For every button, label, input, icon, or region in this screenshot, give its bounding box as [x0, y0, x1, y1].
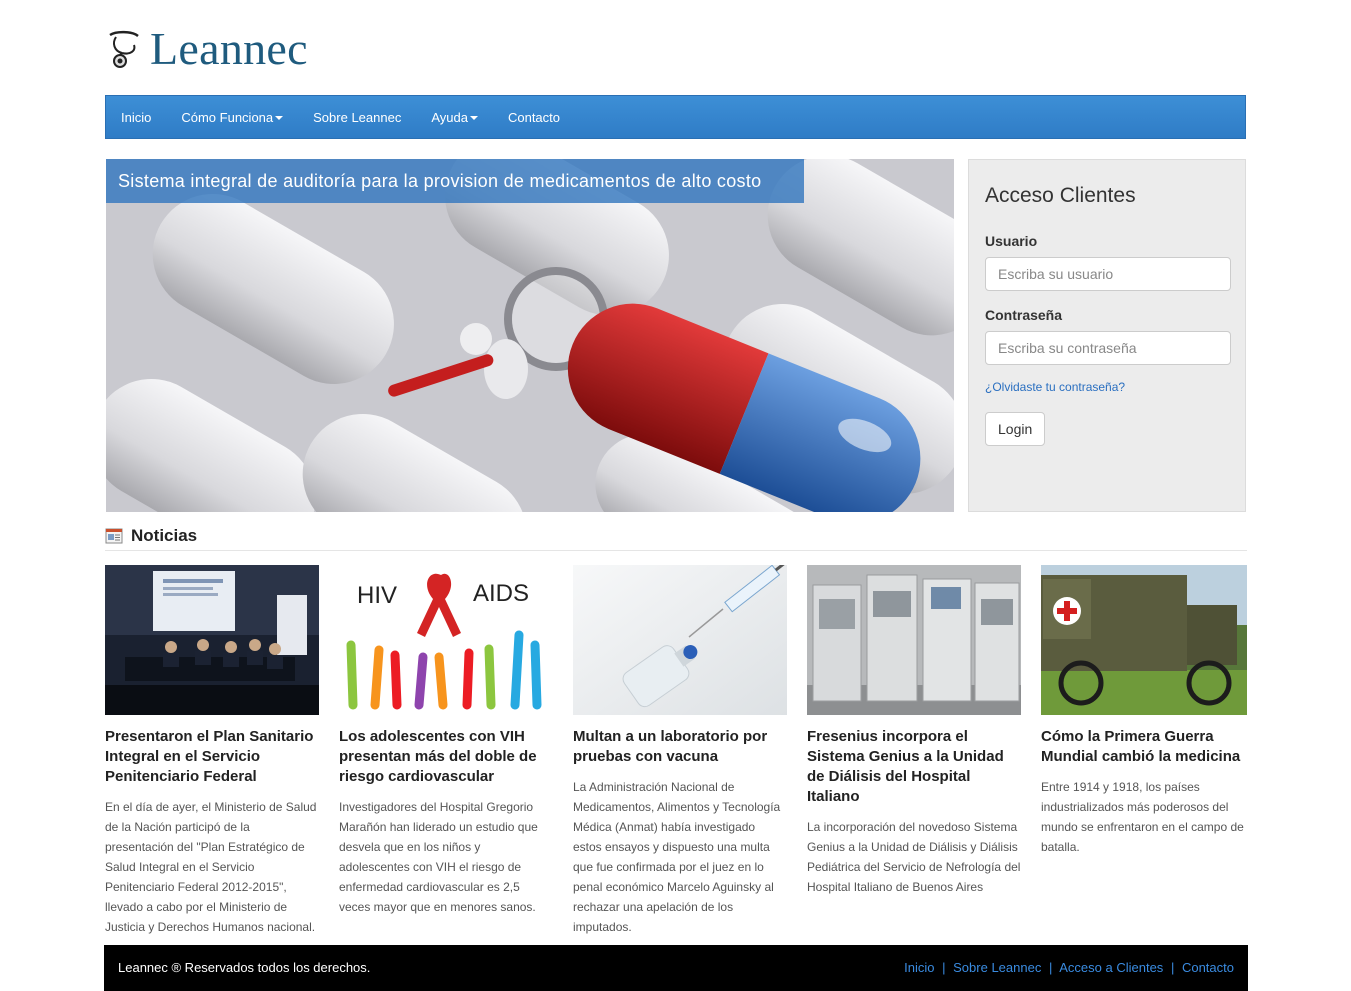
- footer-links: Inicio | Sobre Leannec | Acceso a Client…: [904, 960, 1234, 975]
- login-button[interactable]: Login: [985, 412, 1046, 446]
- news-section-header: Noticias: [105, 521, 1247, 551]
- nav-item-sobre-leannec[interactable]: Sobre Leannec: [298, 95, 416, 139]
- footer-link-sobre-leannec[interactable]: Sobre Leannec: [953, 960, 1041, 975]
- nav-label: Ayuda: [431, 109, 468, 125]
- news-summary: Investigadores del Hospital Gregorio Mar…: [339, 800, 538, 914]
- nav-item-contacto[interactable]: Contacto: [493, 95, 575, 139]
- brand-name: Leannec: [150, 23, 308, 74]
- news-summary: En el día de ayer, el Ministerio de Salu…: [105, 800, 317, 934]
- footer-separator: |: [1048, 960, 1053, 975]
- password-label: Contraseña: [985, 307, 1063, 323]
- footer-separator: |: [942, 960, 946, 975]
- news-headline[interactable]: Fresenius incorpora el Sistema Genius a …: [807, 727, 1021, 807]
- news-image-dialysis[interactable]: [807, 565, 1021, 715]
- news-card[interactable]: Cómo la Primera Guerra Mundial cambió la…: [1041, 565, 1247, 857]
- username-label: Usuario: [985, 233, 1038, 249]
- login-title: Acceso Clientes: [985, 184, 1136, 207]
- nav-label: Cómo Funciona: [181, 109, 274, 125]
- aids-image-text: AIDS: [473, 580, 529, 607]
- news-card[interactable]: HIV AIDS Los adolescentes con VIH presen…: [339, 565, 553, 917]
- hero-pills-image: [106, 159, 954, 512]
- password-input[interactable]: [985, 331, 1231, 365]
- news-image-ambulance[interactable]: [1041, 565, 1247, 715]
- stethoscope-icon: [109, 30, 139, 68]
- news-summary: Entre 1914 y 1918, los países industrial…: [1041, 780, 1244, 854]
- nav-item-inicio[interactable]: Inicio: [106, 95, 166, 139]
- footer-separator: |: [1170, 960, 1175, 975]
- news-headline[interactable]: Cómo la Primera Guerra Mundial cambió la…: [1041, 727, 1247, 767]
- news-headline[interactable]: Multan a un laboratorio por pruebas con …: [573, 727, 787, 767]
- hero-caption-text: Sistema integral de auditoría para la pr…: [118, 171, 762, 191]
- hero-banner: Sistema integral de auditoría para la pr…: [106, 159, 954, 512]
- caret-down-icon: [275, 116, 284, 120]
- main-navbar: Inicio Cómo Funciona Sobre Leannec Ayuda…: [105, 95, 1246, 139]
- login-panel: Acceso Clientes Usuario Contraseña ¿Olvi…: [968, 159, 1246, 512]
- nav-item-como-funciona[interactable]: Cómo Funciona: [166, 95, 298, 139]
- nav-item-ayuda[interactable]: Ayuda: [416, 95, 493, 139]
- news-title: Noticias: [131, 525, 198, 545]
- news-image-vaccine[interactable]: [573, 565, 787, 715]
- site-logo[interactable]: Leannec: [106, 26, 308, 72]
- news-summary: La Administración Nacional de Medicament…: [573, 780, 781, 934]
- news-headline[interactable]: Presentaron el Plan Sanitario Integral e…: [105, 727, 319, 787]
- forgot-password-link[interactable]: ¿Olvidaste tu contraseña?: [985, 380, 1125, 394]
- hero-caption: Sistema integral de auditoría para la pr…: [106, 159, 804, 203]
- news-image-hiv-aids[interactable]: HIV AIDS: [339, 565, 553, 715]
- footer-link-inicio[interactable]: Inicio: [904, 960, 934, 975]
- news-summary: La incorporación del novedoso Sistema Ge…: [807, 820, 1021, 894]
- nav-label: Sobre Leannec: [313, 109, 402, 125]
- footer-link-contacto[interactable]: Contacto: [1182, 960, 1234, 975]
- nav-label: Inicio: [121, 109, 152, 125]
- caret-down-icon: [469, 116, 478, 120]
- news-image-conference[interactable]: [105, 565, 319, 715]
- site-footer: Leannec ® Reservados todos los derechos.…: [104, 945, 1248, 991]
- news-card[interactable]: Presentaron el Plan Sanitario Integral e…: [105, 565, 319, 937]
- news-headline[interactable]: Los adolescentes con VIH presentan más d…: [339, 727, 553, 787]
- username-input[interactable]: [985, 257, 1231, 291]
- news-card[interactable]: Multan a un laboratorio por pruebas con …: [573, 565, 787, 937]
- newspaper-icon: [105, 528, 123, 543]
- news-card[interactable]: Fresenius incorpora el Sistema Genius a …: [807, 565, 1021, 897]
- nav-label: Contacto: [507, 109, 561, 125]
- footer-link-acceso-clientes[interactable]: Acceso a Clientes: [1059, 960, 1163, 975]
- hiv-image-text: HIV: [357, 582, 397, 609]
- footer-copyright: Leannec ® Reservados todos los derechos.: [118, 960, 371, 975]
